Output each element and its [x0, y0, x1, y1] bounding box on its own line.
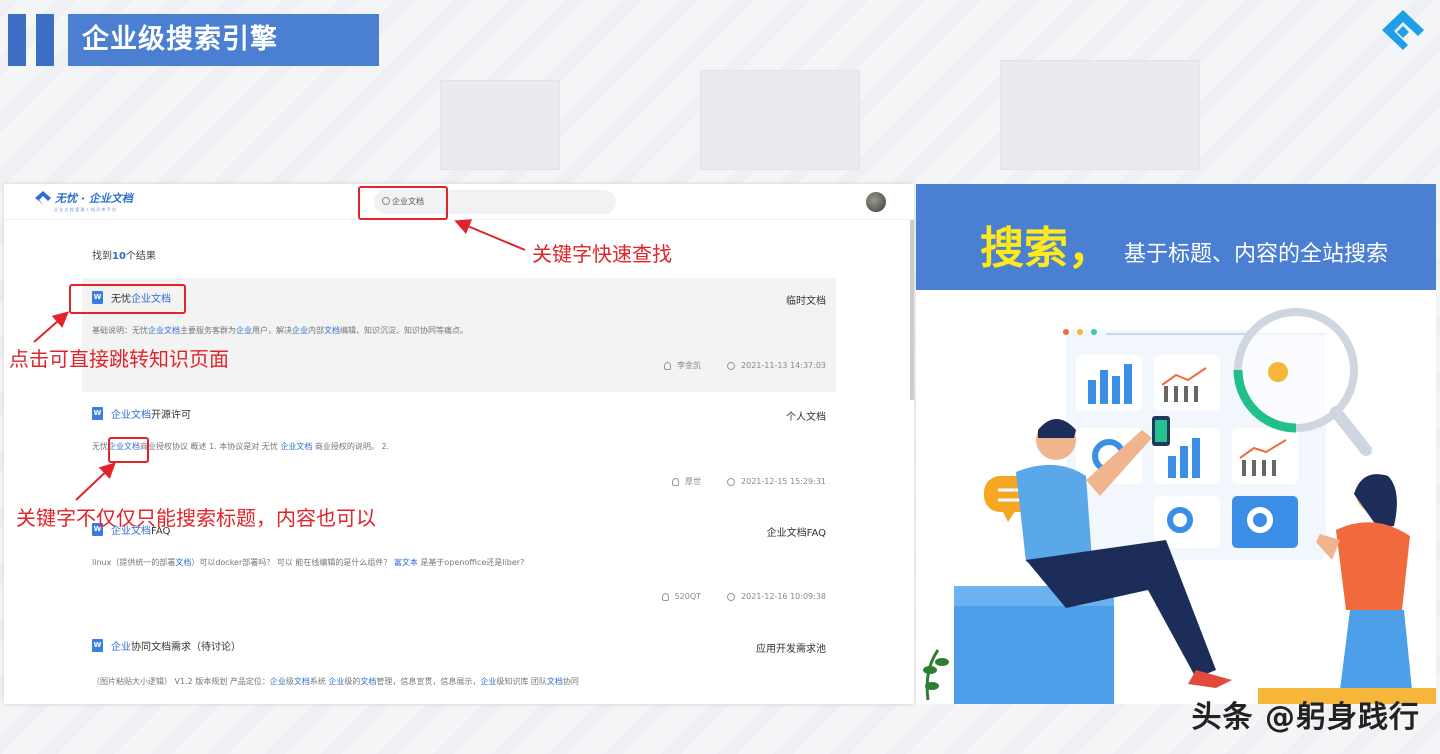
feature-header: 搜索， 基于标题、内容的全站搜索	[916, 184, 1436, 290]
watermark: 头条 @躬身践行	[1191, 700, 1420, 735]
feature-subline: 基于标题、内容的全站搜索	[1124, 242, 1389, 267]
feature-headline: 搜索，	[980, 223, 1112, 274]
search-illustration	[923, 308, 1436, 704]
annotation-content: 关键字不仅仅只能搜索标题，内容也可以	[16, 506, 376, 530]
annotation-title: 点击可直接跳转知识页面	[9, 347, 229, 371]
annotation-search: 关键字快速查找	[532, 242, 672, 266]
feature-panel: 搜索， 基于标题、内容的全站搜索	[916, 184, 1436, 704]
